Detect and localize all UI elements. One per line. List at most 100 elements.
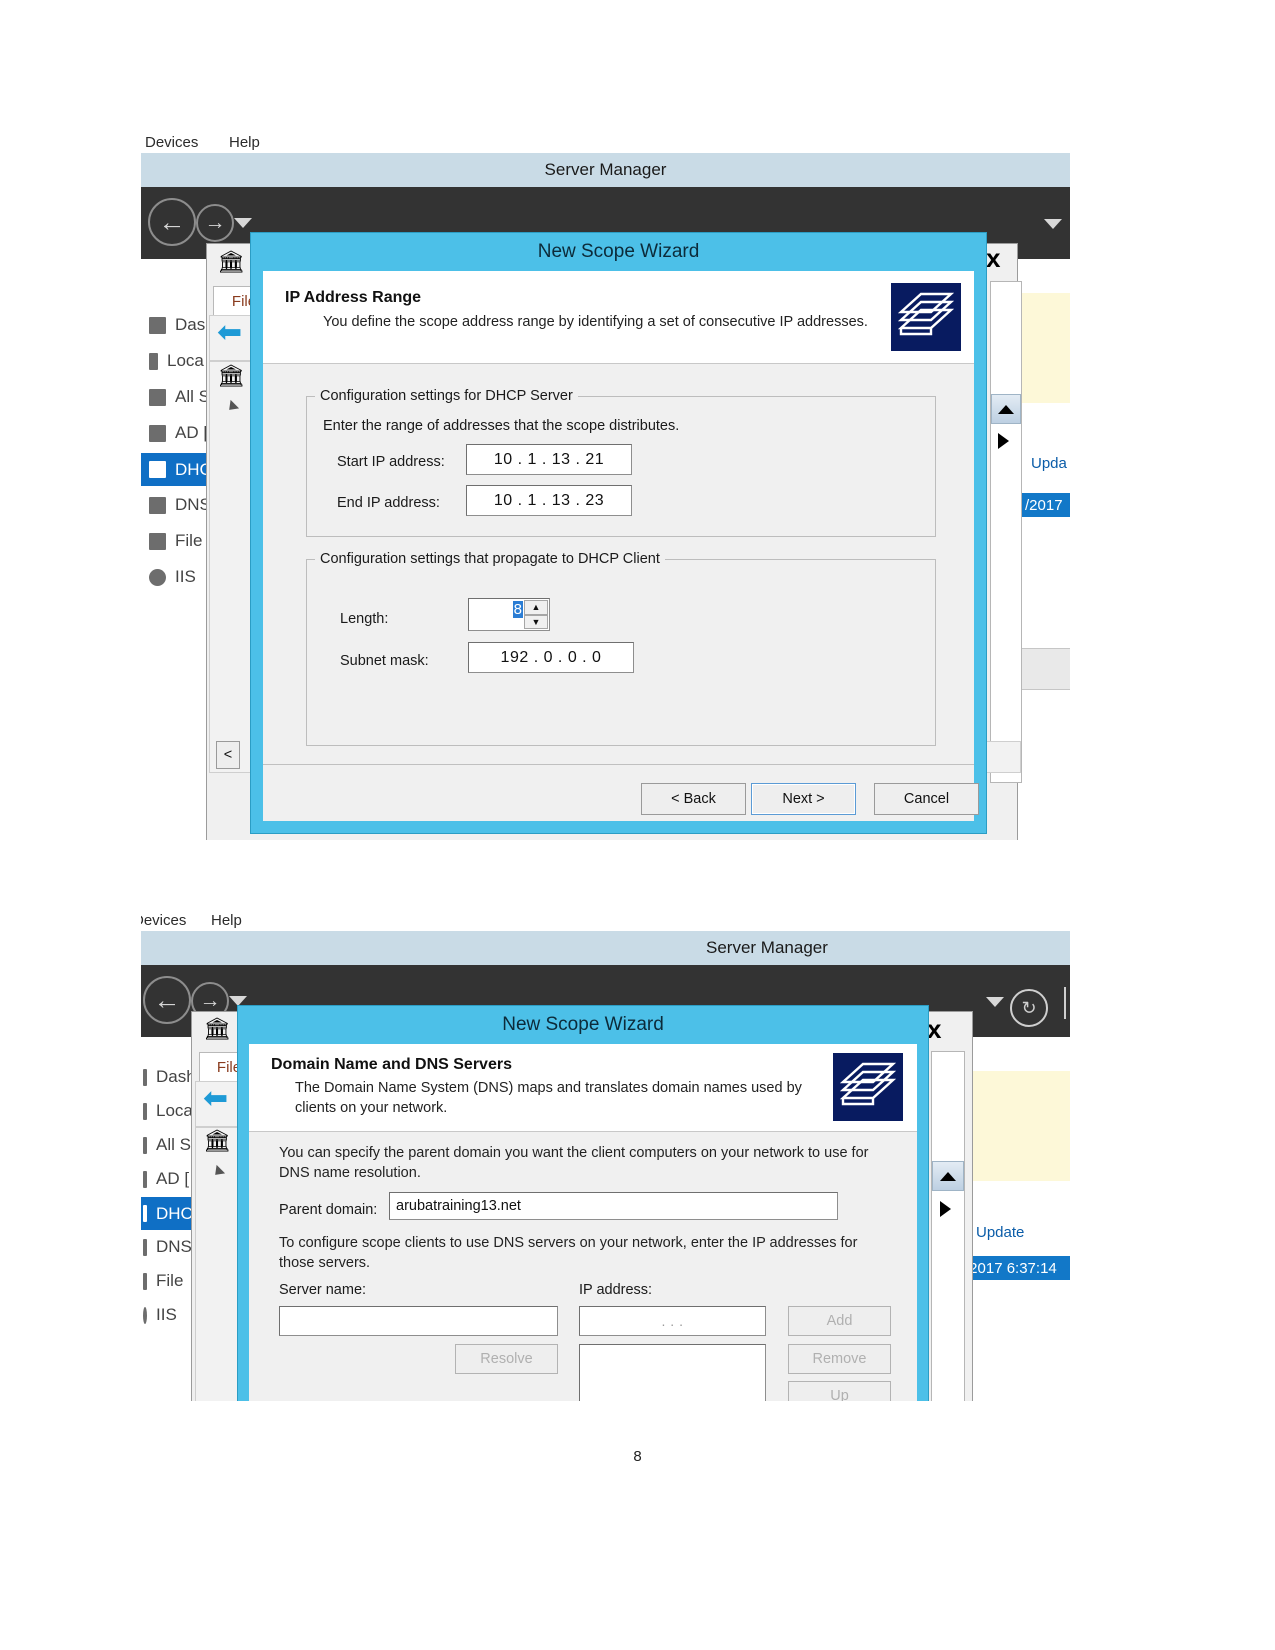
back-navigation-icon[interactable]: ⬅ <box>217 318 242 348</box>
date-badge: /2017 6:37:14 <box>961 1256 1070 1280</box>
dns-ip-address-input[interactable]: . . . <box>579 1306 766 1336</box>
parent-domain-intro: You can specify the parent domain you wa… <box>279 1145 869 1181</box>
end-ip-label: End IP address: <box>337 495 440 511</box>
dhcp-tree-node-icon[interactable]: 🏛 <box>203 1130 231 1152</box>
sidebar-item-label: File <box>175 531 203 550</box>
remove-button[interactable]: Remove <box>788 1344 891 1374</box>
wizard-heading: Domain Name and DNS Servers <box>271 1056 512 1073</box>
refresh-icon[interactable]: ↻ <box>1010 989 1048 1027</box>
menu-bar: Devices Help <box>141 911 1070 933</box>
add-button[interactable]: Add <box>788 1306 891 1336</box>
server-icon <box>149 352 158 370</box>
wizard-body: IP Address Range You define the scope ad… <box>263 271 979 821</box>
file-services-icon <box>143 1272 147 1290</box>
length-spinner-buttons[interactable]: ▲ ▼ <box>524 600 548 629</box>
dashboard-icon <box>143 1068 147 1086</box>
scroll-right-icon[interactable] <box>998 433 1009 449</box>
iis-icon <box>143 1306 147 1324</box>
new-scope-wizard-dialog: New Scope Wizard Domain Name and DNS Ser… <box>238 1006 928 1401</box>
ad-ds-icon <box>143 1170 147 1188</box>
vertical-scrollbar[interactable] <box>931 1051 965 1401</box>
notification-bar <box>971 1071 1070 1181</box>
forward-arrow-icon[interactable]: → <box>196 204 234 242</box>
new-scope-wizard-dialog: New Scope Wizard IP Address Range You de… <box>251 233 986 833</box>
scroll-right-icon[interactable] <box>940 1201 951 1217</box>
header-dropdown-icon[interactable] <box>1044 219 1062 229</box>
parent-domain-input[interactable]: arubatraining13.net <box>389 1192 838 1220</box>
dns-icon <box>149 496 166 514</box>
resolve-button[interactable]: Resolve <box>455 1344 558 1374</box>
subnet-mask-input[interactable]: 192 . 0 . 0 . 0 <box>468 642 634 673</box>
wizard-title: New Scope Wizard <box>502 1014 664 1035</box>
menu-devices[interactable]: Devices <box>141 912 186 929</box>
sidebar-item-label: IIS <box>156 1305 177 1324</box>
next-button[interactable]: Next > <box>751 783 856 815</box>
close-icon[interactable]: x <box>927 1016 941 1042</box>
sidebar-item-label: AD [ <box>156 1169 190 1188</box>
window-title: Server Manager <box>544 160 667 179</box>
close-icon[interactable]: x <box>986 245 1000 271</box>
triangle-up-icon <box>998 404 1014 414</box>
dhcp-server-settings-legend: Configuration settings for DHCP Server <box>315 388 578 404</box>
sidebar-item-label: DHC <box>156 1203 193 1223</box>
sidebar-item-label: AD [ <box>175 423 209 442</box>
sidebar-item-label: All S <box>156 1135 191 1154</box>
wizard-heading: IP Address Range <box>285 289 422 306</box>
header-dropdown-icon[interactable] <box>986 997 1004 1007</box>
window-title: Server Manager <box>706 938 828 957</box>
iis-icon <box>149 568 166 586</box>
update-link[interactable]: Update <box>976 1224 1024 1241</box>
menu-devices[interactable]: Devices <box>145 134 198 151</box>
all-servers-icon <box>143 1136 147 1154</box>
screenshot-ip-address-range: Devices Help Server Manager ← → Server M… <box>141 133 1070 840</box>
start-ip-label: Start IP address: <box>337 454 445 470</box>
scroll-up-button[interactable] <box>932 1161 964 1191</box>
dhcp-client-settings-legend: Configuration settings that propagate to… <box>315 551 665 567</box>
spinner-down-icon[interactable]: ▼ <box>524 614 548 629</box>
server-icon <box>143 1102 147 1120</box>
start-ip-input[interactable]: 10 . 1 . 13 . 21 <box>466 444 632 475</box>
dhcp-tree-node-icon[interactable]: 🏛 <box>217 365 245 387</box>
length-spinner[interactable]: 8 ▲ ▼ <box>468 598 550 631</box>
footer-divider <box>263 764 974 765</box>
update-link[interactable]: Upda <box>1031 455 1067 472</box>
dhcp-icon <box>149 461 166 478</box>
parent-domain-label: Parent domain: <box>279 1202 378 1218</box>
menu-help[interactable]: Help <box>211 912 242 929</box>
menu-help[interactable]: Help <box>229 134 260 151</box>
console-prev-button[interactable]: < <box>216 741 240 769</box>
wizard-badge-icon <box>833 1053 903 1121</box>
content-box <box>1014 648 1070 690</box>
spinner-up-icon[interactable]: ▲ <box>524 600 548 615</box>
vertical-scrollbar[interactable] <box>990 281 1022 783</box>
back-arrow-icon[interactable]: ← <box>143 976 191 1024</box>
length-value: 8 <box>512 601 523 618</box>
wizard-subheading: You define the scope address range by id… <box>323 314 868 330</box>
sidebar-item-label: All S <box>175 387 210 406</box>
wizard-title-bar: New Scope Wizard <box>238 1006 928 1044</box>
dhcp-icon <box>143 1205 147 1222</box>
all-servers-icon <box>149 388 166 406</box>
sidebar-item-label: Dash <box>156 1067 196 1086</box>
back-arrow-icon[interactable]: ← <box>148 198 196 246</box>
up-button[interactable]: Up <box>788 1381 891 1401</box>
window-title-bar: Server Manager <box>141 153 1070 187</box>
nav-dropdown-icon[interactable] <box>229 996 247 1006</box>
scroll-up-button[interactable] <box>991 394 1021 424</box>
menu-bar: Devices Help <box>141 133 1070 155</box>
dns-servers-intro: To configure scope clients to use DNS se… <box>279 1235 858 1271</box>
nav-dropdown-icon[interactable] <box>234 218 252 228</box>
dns-servers-list[interactable] <box>579 1344 766 1401</box>
cancel-button[interactable]: Cancel <box>874 783 979 815</box>
date-text: /2017 <box>1025 496 1063 514</box>
back-button[interactable]: < Back <box>641 783 746 815</box>
wizard-body: Domain Name and DNS Servers The Domain N… <box>249 1044 917 1401</box>
window-title-bar: Server Manager <box>141 931 1070 965</box>
server-name-input[interactable] <box>279 1306 558 1336</box>
back-navigation-icon[interactable]: ⬅ <box>203 1084 228 1114</box>
dhcp-console-icon: 🏛 <box>217 249 245 274</box>
sidebar-item-label: IIS <box>175 567 196 586</box>
file-services-icon <box>149 532 166 550</box>
length-label: Length: <box>340 611 389 627</box>
end-ip-input[interactable]: 10 . 1 . 13 . 23 <box>466 485 632 516</box>
